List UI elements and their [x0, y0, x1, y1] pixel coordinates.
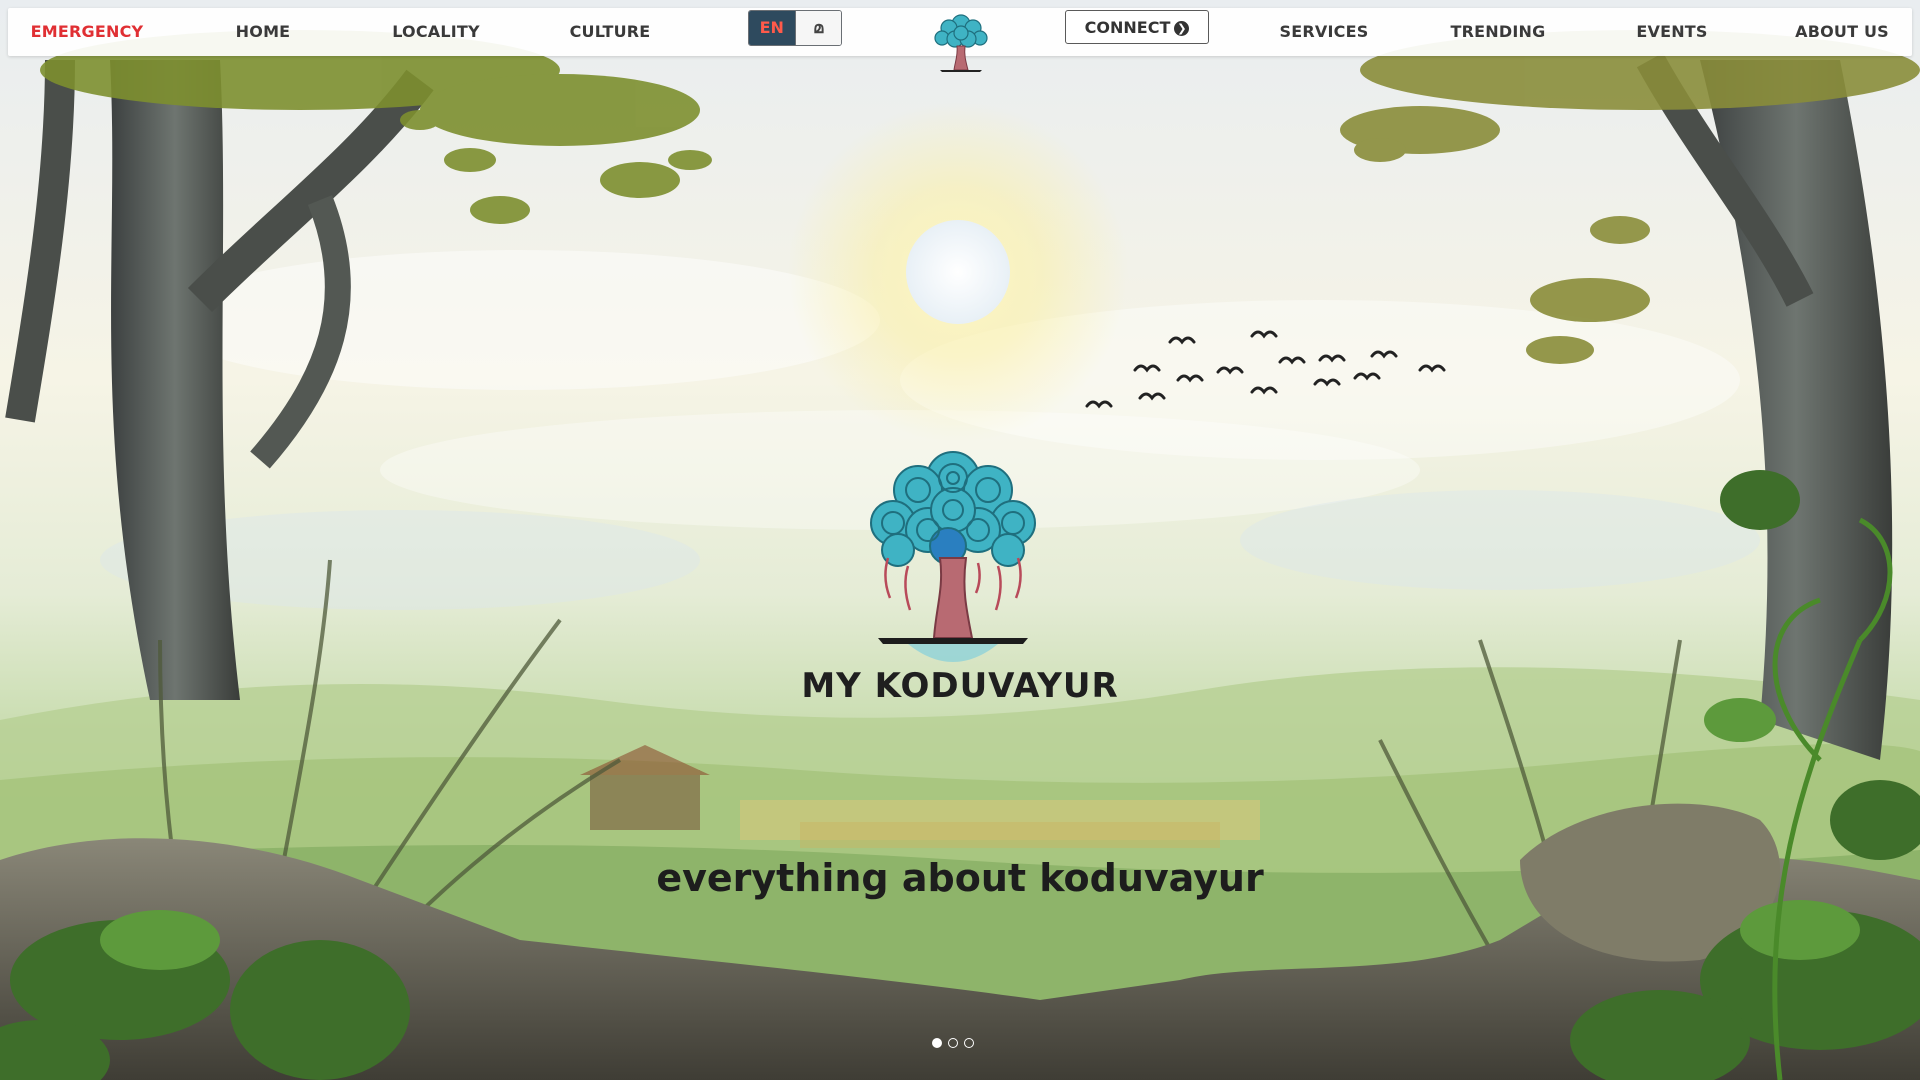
carousel-dot-3[interactable] [964, 1038, 974, 1048]
carousel-dot-2[interactable] [948, 1038, 958, 1048]
hero-tagline: everything about koduvayur [656, 856, 1264, 900]
nav-culture[interactable]: CULTURE [524, 8, 696, 56]
brand-name: MY KODUVAYUR [801, 666, 1119, 706]
nav-locality[interactable]: LOCALITY [350, 8, 522, 56]
header-logo[interactable] [926, 8, 996, 76]
carousel-dot-1[interactable] [932, 1038, 942, 1048]
carousel-indicators [932, 1038, 992, 1050]
connect-button[interactable]: CONNECT ❯ [1065, 10, 1209, 44]
nav-home[interactable]: HOME [178, 8, 348, 56]
language-toggle: EN മ [748, 10, 842, 46]
language-malayalam-button[interactable]: മ [794, 11, 841, 45]
nav-about-us[interactable]: ABOUT US [1756, 8, 1920, 56]
nav-trending[interactable]: TRENDING [1412, 8, 1584, 56]
top-navigation-bar: EMERGENCY HOME LOCALITY CULTURE EN മ CON… [8, 8, 1912, 72]
nav-services[interactable]: SERVICES [1238, 8, 1410, 56]
brand-tree-logo [870, 451, 1036, 662]
connect-label: CONNECT [1084, 18, 1171, 37]
language-en-button[interactable]: EN [749, 11, 795, 45]
nav-events[interactable]: EVENTS [1586, 8, 1758, 56]
nav-emergency[interactable]: EMERGENCY [8, 8, 166, 56]
chevron-circle-right-icon: ❯ [1174, 21, 1190, 36]
hero-banner: MY KODUVAYUR everything about koduvayur [0, 0, 1920, 1080]
